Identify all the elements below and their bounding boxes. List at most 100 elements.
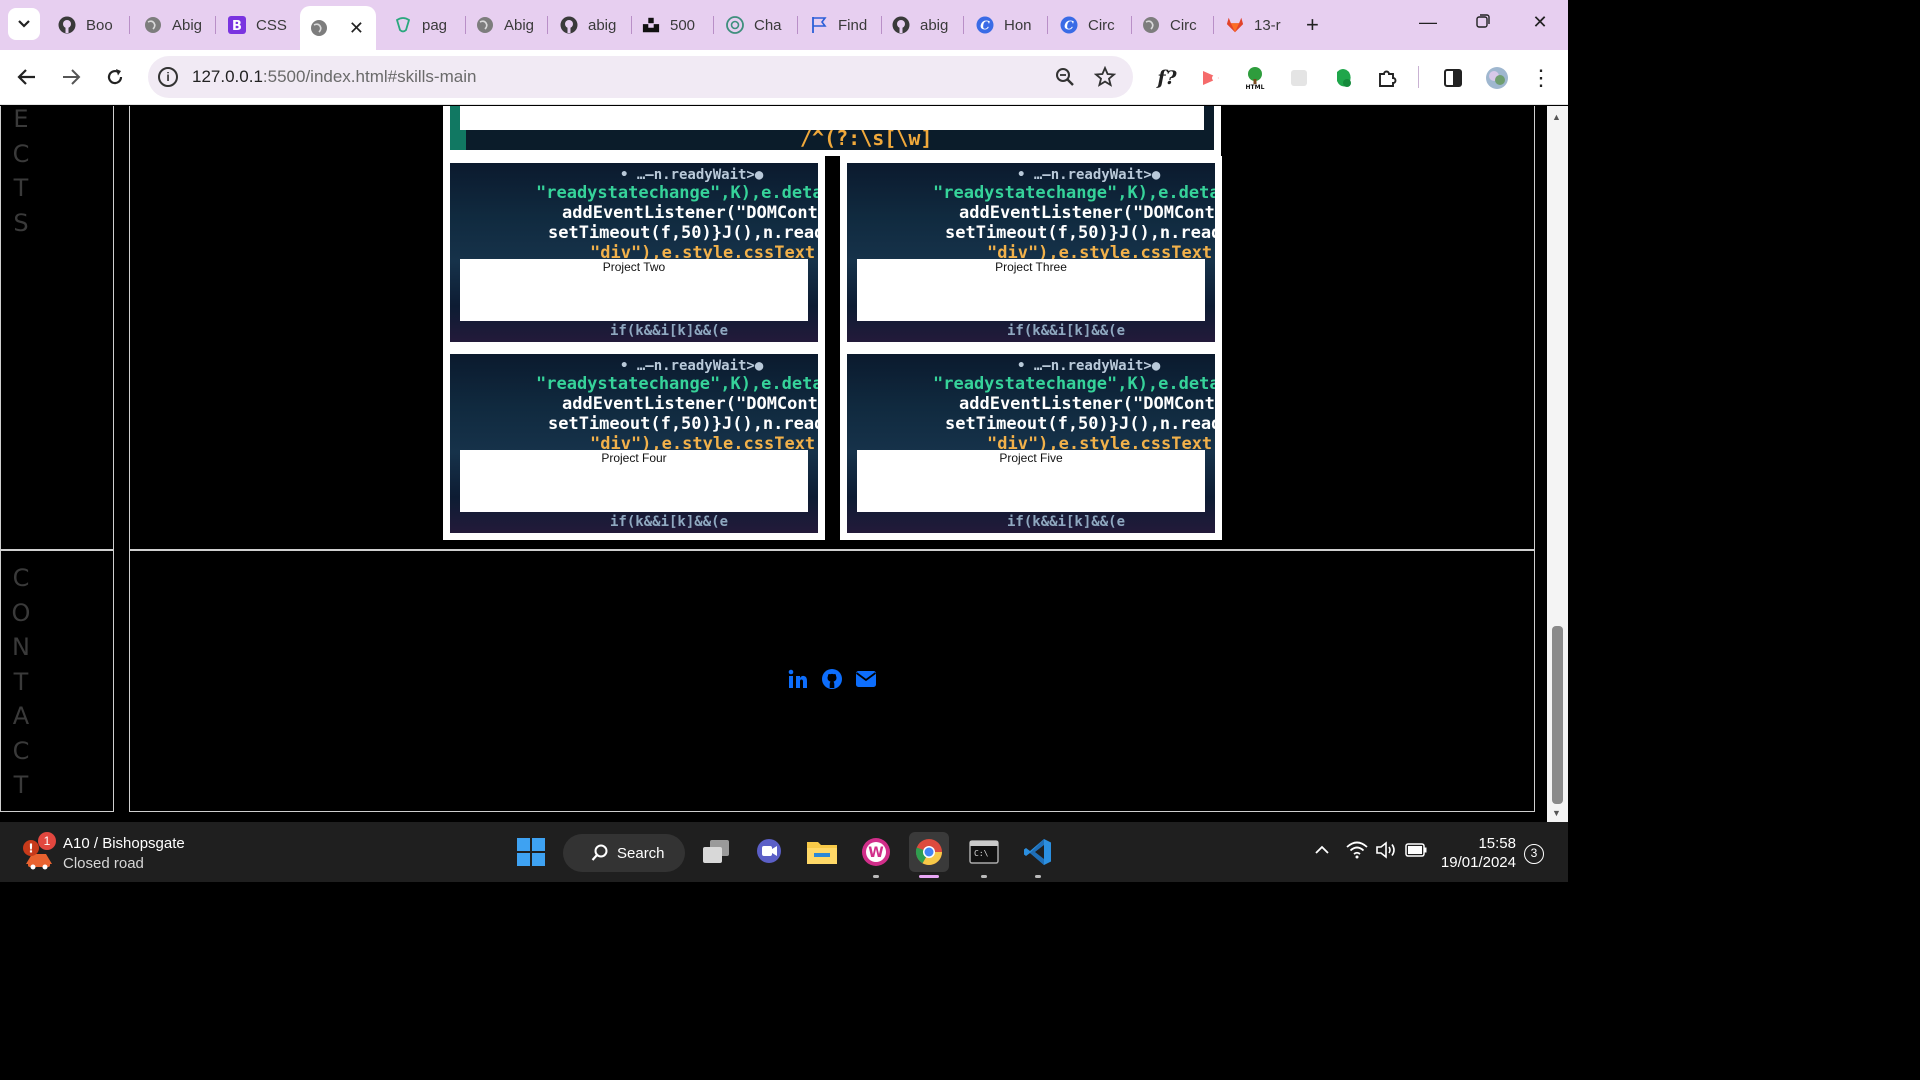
tab-label: abig: [588, 16, 617, 34]
clock-date[interactable]: 19/01/2024: [1432, 854, 1516, 871]
site-info-icon[interactable]: i: [158, 67, 178, 87]
browser-tab[interactable]: C Circ: [1050, 8, 1128, 42]
globe-icon: [310, 19, 328, 37]
close-window-button[interactable]: ✕: [1528, 12, 1552, 33]
project-image: • …—n.readyWait>● "readystatechange",K),…: [847, 354, 1215, 533]
chrome-icon[interactable]: [909, 832, 949, 878]
project-one-caption: [460, 106, 1204, 130]
evernote-extension-icon[interactable]: [1331, 66, 1355, 90]
tab-search-button[interactable]: [8, 8, 40, 40]
formula-extension-icon[interactable]: f?: [1155, 66, 1179, 90]
envelope-icon[interactable]: [855, 668, 877, 690]
html-tree-extension-icon[interactable]: HTML: [1243, 66, 1267, 90]
tab-label: CSS: [256, 16, 287, 34]
code-line: • …—n.readyWait>●: [1017, 167, 1161, 183]
bookmark-star-icon[interactable]: [1093, 65, 1117, 88]
project-card[interactable]: • …—n.readyWait>● "readystatechange",K),…: [443, 347, 825, 540]
linkedin-icon[interactable]: [787, 668, 809, 690]
tab-label: Circ: [1088, 16, 1115, 34]
scroll-thumb[interactable]: [1552, 626, 1563, 804]
alert-title[interactable]: A10 / Bishopsgate: [63, 835, 185, 852]
browser-tab[interactable]: pag: [384, 8, 462, 42]
wps-office-icon[interactable]: W: [856, 832, 896, 878]
scroll-down-icon[interactable]: ▼: [1552, 808, 1561, 818]
traffic-alert-icon[interactable]: ! 1: [22, 832, 56, 870]
browser-tab[interactable]: abig: [550, 8, 628, 42]
volume-icon[interactable]: [1376, 841, 1398, 864]
browser-tab[interactable]: Circ: [1132, 8, 1210, 42]
teams-chat-icon[interactable]: [749, 832, 789, 872]
page-scrollbar[interactable]: ▲ ▼: [1547, 106, 1568, 822]
tab-separator: [713, 16, 714, 34]
browser-tab[interactable]: Abig: [466, 8, 544, 42]
notification-badge[interactable]: 3: [1524, 844, 1544, 864]
tab-separator: [547, 16, 548, 34]
scroll-up-icon[interactable]: ▲: [1552, 112, 1561, 122]
tab-label: 13-r: [1254, 16, 1281, 34]
browser-tab[interactable]: abig: [882, 8, 960, 42]
forward-button[interactable]: [58, 64, 84, 90]
code-line: addEventListener("DOMContent: [959, 394, 1215, 414]
taskbar-search[interactable]: Search: [563, 834, 685, 872]
side-panel-icon[interactable]: [1441, 66, 1465, 90]
battery-icon[interactable]: [1405, 843, 1427, 862]
browser-tab[interactable]: Abig: [134, 8, 212, 42]
wifi-icon[interactable]: [1346, 841, 1368, 864]
svg-text:C: C: [980, 19, 990, 33]
new-tab-button[interactable]: +: [1306, 12, 1319, 38]
tab-label: Hon: [1004, 16, 1032, 34]
profile-avatar[interactable]: [1485, 66, 1509, 90]
svg-text:C: C: [1064, 19, 1074, 33]
browser-tab[interactable]: 13-r: [1216, 8, 1294, 42]
alert-subtitle[interactable]: Closed road: [63, 855, 144, 872]
extensions-puzzle-icon[interactable]: [1375, 66, 1399, 90]
unsplash-icon: [642, 16, 660, 34]
arrow-right-icon: [63, 69, 81, 85]
menu-kebab-icon[interactable]: ⋮: [1529, 65, 1553, 90]
project-caption: Project Five: [857, 450, 1205, 512]
browser-toolbar: i 127.0.0.1:5500/index.html#skills-main …: [0, 50, 1568, 105]
code-line: setTimeout(f,50)}J(),n.ready: [548, 414, 818, 434]
tab-separator: [129, 16, 130, 34]
browser-tab[interactable]: Find: [800, 8, 878, 42]
project-one-card[interactable]: /^(?:\s[\w]: [443, 106, 1221, 156]
projects-vertical-label: ECTS: [12, 106, 30, 237]
browser-tab[interactable]: 500: [632, 8, 710, 42]
browser-tab-active[interactable]: ✕: [300, 6, 376, 50]
browser-tab[interactable]: Cha: [716, 8, 794, 42]
address-url[interactable]: 127.0.0.1:5500/index.html#skills-main: [192, 67, 476, 87]
browser-tab[interactable]: B CSS: [218, 8, 296, 42]
browser-tab[interactable]: Boo: [48, 8, 126, 42]
project-image: • …—n.readyWait>● "readystatechange",K),…: [847, 163, 1215, 342]
project-image: • …—n.readyWait>● "readystatechange",K),…: [450, 163, 818, 342]
back-button[interactable]: [14, 64, 40, 90]
tab-label: Circ: [1170, 16, 1197, 34]
zoom-icon[interactable]: [1054, 66, 1076, 88]
close-tab-icon[interactable]: ✕: [349, 18, 364, 39]
svg-text:B: B: [232, 19, 242, 34]
grey-extension-icon[interactable]: [1287, 66, 1311, 90]
address-bar[interactable]: i 127.0.0.1:5500/index.html#skills-main: [148, 56, 1133, 98]
tab-label: Abig: [504, 16, 535, 34]
vscode-icon[interactable]: [1018, 832, 1058, 878]
code-line: if(k&&i[k]&&(e: [610, 323, 729, 339]
minimize-button[interactable]: —: [1416, 12, 1440, 33]
browser-tab[interactable]: C Hon: [966, 8, 1044, 42]
project-card[interactable]: • …—n.readyWait>● "readystatechange",K),…: [443, 156, 825, 349]
code-line: if(k&&i[k]&&(e: [1007, 323, 1126, 339]
restore-button[interactable]: [1471, 12, 1495, 33]
project-card[interactable]: • …—n.readyWait>● "readystatechange",K),…: [840, 347, 1222, 540]
github-icon[interactable]: [821, 668, 843, 690]
terminal-icon[interactable]: C:\: [964, 832, 1004, 878]
reload-button[interactable]: [102, 64, 128, 90]
chevron-down-icon: [18, 20, 30, 28]
taskbar: ! 1 A10 / Bishopsgate Closed road Search…: [0, 822, 1568, 882]
chevron-up-icon[interactable]: [1314, 842, 1330, 860]
file-explorer-icon[interactable]: [802, 832, 842, 872]
task-view-icon[interactable]: [696, 832, 736, 872]
start-button[interactable]: [511, 832, 551, 872]
url-path: :5500/index.html#skills-main: [262, 67, 477, 86]
project-card[interactable]: • …—n.readyWait>● "readystatechange",K),…: [840, 156, 1222, 349]
clock-time[interactable]: 15:58: [1440, 835, 1516, 852]
video-extension-icon[interactable]: [1199, 66, 1223, 90]
